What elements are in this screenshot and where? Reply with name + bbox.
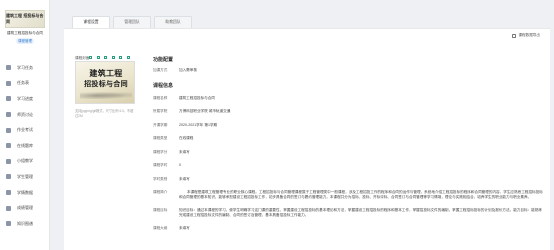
students-icon: [6, 174, 11, 180]
hours-row: 课程学时 0: [153, 163, 543, 168]
settings-tabs: 课程设置 管理团队 助教团队: [72, 16, 195, 28]
course-type-row: 课程类型 在线课程: [153, 136, 543, 141]
course-info-title: 课程信息: [153, 82, 174, 89]
cover-title-line2: 招投标与合同: [84, 79, 128, 88]
export-icon: [512, 33, 517, 38]
course-intro-row: 课程简介 本课程是建筑工程管理专业的职业核心课程。工程招投标与合同管理课程属于工程…: [153, 190, 543, 199]
discussion-icon: [6, 112, 11, 118]
field-label: 所属学院: [153, 109, 168, 113]
sidebar-item-label: 小组教学: [17, 158, 33, 164]
course-goal-row: 课程目标 知识目标：通过本课程的学习，使学生明确学习这门课的重要性，掌握建设工程招…: [153, 208, 543, 217]
sidebar-item-label: 学生管理: [17, 173, 33, 179]
knowledge-graph-icon: [6, 221, 11, 227]
course-info-rows: 课程名称 建筑工程招投标与合同 所属学院 万博科技职业学院 城市轨道交通 开课学期 2…: [153, 96, 543, 231]
syllabus-row: 课程大纲 未填写: [153, 226, 543, 231]
progress-icon: [6, 96, 11, 102]
course-card: 建筑工程 招投标与合同 建筑工程招投标与合同 课程管理: [5, 10, 45, 52]
edit-icon[interactable]: [111, 56, 115, 59]
hours-value: 0: [179, 163, 181, 167]
delete-icon[interactable]: [126, 56, 130, 59]
task-icon: [6, 65, 11, 71]
join-method-row: 加课方式 加入需审核: [153, 68, 543, 73]
tab-assistant-team[interactable]: 助教团队: [154, 16, 192, 28]
field-label: 课程目标: [153, 208, 168, 212]
course-name-row: 课程名称 建筑工程招投标与合同: [153, 96, 543, 101]
sidebar-item-knowledge-graph[interactable]: 知识图谱: [0, 216, 50, 232]
export-data-label: 课程数据导出: [518, 33, 540, 37]
field-label: 课程大纲: [153, 226, 168, 230]
cover-image[interactable]: 建筑工程 招投标与合同: [75, 61, 135, 104]
course-thumbnail-text: 建筑工程 招投标与合同: [6, 13, 44, 24]
semester-row: 开课学期 2020-2021学年 第1学期: [153, 123, 543, 128]
field-label: 学时类别: [153, 176, 168, 181]
rotate-icon[interactable]: [104, 56, 108, 59]
sidebar-item-task-table[interactable]: 任务表: [0, 76, 50, 92]
course-intro-value: 本课程是建筑工程管理专业的职业核心课程。工程招投标与合同管理课程属于工程管理类中…: [179, 190, 543, 199]
syllabus-value: 未填写: [179, 226, 190, 230]
field-label: 课程学分: [153, 149, 168, 154]
cover-hint: 支持jpg/png/gif格式，尺寸比例 4:3，不超过2M: [75, 109, 134, 118]
field-label: 课程类型: [153, 136, 168, 140]
sidebar-item-label: 知识图谱: [17, 220, 33, 226]
sidebar-item-label: 学习进度: [17, 95, 33, 101]
join-method-value[interactable]: 加入需审核: [179, 68, 543, 73]
hour-category-row: 学时类别 未填写: [153, 177, 543, 182]
sidebar-item-label: 任务表: [17, 80, 29, 86]
semester-value: 2020-2021学年 第1学期: [179, 122, 218, 127]
crop-icon[interactable]: [96, 56, 100, 59]
table-icon: [6, 80, 11, 86]
sidebar-item-learning-data[interactable]: 学情数据: [0, 185, 50, 201]
sidebar-item-progress[interactable]: 学习进度: [0, 91, 50, 107]
course-info: 功能配置 加课方式 加入需审核 课程信息 课程名称 建筑工程招投标与合同 所属学院…: [153, 56, 543, 231]
course-goal-value: 知识目标：通过本课程的学习，使学生明确学习这门课的重要性，掌握建设工程招投标的基…: [179, 208, 542, 217]
sidebar-item-question-bank[interactable]: 在线题库: [0, 138, 50, 154]
sidebar-item-label: 学习任务: [17, 64, 33, 70]
field-label: 课程名称: [153, 95, 168, 100]
sidebar-item-homework[interactable]: 作业考试: [0, 122, 50, 138]
college-row: 所属学院 万博科技职业学院 城市轨道交通: [153, 109, 543, 114]
sidebar-item-discussion[interactable]: 师资讨论: [0, 107, 50, 123]
hour-category-value: 未填写: [179, 176, 190, 181]
ink-decoration: [80, 91, 132, 99]
settings-panel: 课程数据导出 课程封面 建筑工程 招投标与合同 支持jpg/png/gif格式，…: [64, 28, 550, 250]
sidebar-item-label: 师资讨论: [17, 111, 33, 117]
field-label: 课程学时: [153, 163, 168, 167]
sidebar-item-tasks[interactable]: 学习任务: [0, 60, 50, 76]
course-type-value: 在线课程: [179, 136, 194, 140]
field-label: 课程简介: [153, 190, 168, 194]
credits-row: 课程学分 未填写: [153, 150, 543, 155]
join-method-label: 加课方式: [153, 68, 168, 72]
cover-toolbar: [89, 56, 135, 59]
grades-icon: [6, 205, 11, 211]
course-manage-button[interactable]: 课程管理: [16, 38, 34, 45]
course-name: 建筑工程招投标与合同: [7, 31, 43, 35]
sidebar-item-grades[interactable]: 成绩管理: [0, 200, 50, 216]
cover-title-line1: 建筑工程: [89, 68, 123, 78]
course-name-value: 建筑工程招投标与合同: [179, 95, 215, 100]
course-thumbnail[interactable]: 建筑工程 招投标与合同: [5, 10, 45, 28]
export-data-button[interactable]: 课程数据导出: [512, 33, 540, 38]
group-icon: [6, 158, 11, 164]
tab-course-settings[interactable]: 课程设置: [72, 16, 110, 28]
upload-icon[interactable]: [89, 56, 92, 59]
sidebar-item-label: 作业考试: [17, 127, 33, 133]
function-config-title: 功能配置: [153, 57, 174, 63]
question-bank-icon: [6, 143, 11, 149]
college-value: 万博科技职业学院 城市轨道交通: [179, 109, 231, 113]
sidebar-item-group-teaching[interactable]: 小组教学: [0, 154, 50, 170]
sidebar-nav: 学习任务 任务表 学习进度 师资讨论 作业考试 在线题库 小组教学 学生管理 学…: [0, 60, 50, 232]
tab-management-team[interactable]: 管理团队: [113, 16, 151, 28]
cover-section: 课程封面 建筑工程 招投标与合同 支持jpg/png/gif格式，尺寸比例 4:…: [75, 56, 135, 118]
homework-icon: [6, 127, 11, 133]
preview-icon[interactable]: [119, 56, 123, 59]
sidebar-item-label: 学情数据: [17, 189, 33, 195]
credits-value: 未填写: [179, 149, 190, 154]
sidebar-item-label: 成绩管理: [17, 205, 33, 211]
field-label: 开课学期: [153, 122, 168, 127]
data-icon: [6, 190, 11, 196]
sidebar: 建筑工程 招投标与合同 建筑工程招投标与合同 课程管理 学习任务 任务表 学习进…: [0, 0, 50, 250]
sidebar-item-students[interactable]: 学生管理: [0, 169, 50, 185]
sidebar-item-label: 在线题库: [17, 142, 33, 148]
